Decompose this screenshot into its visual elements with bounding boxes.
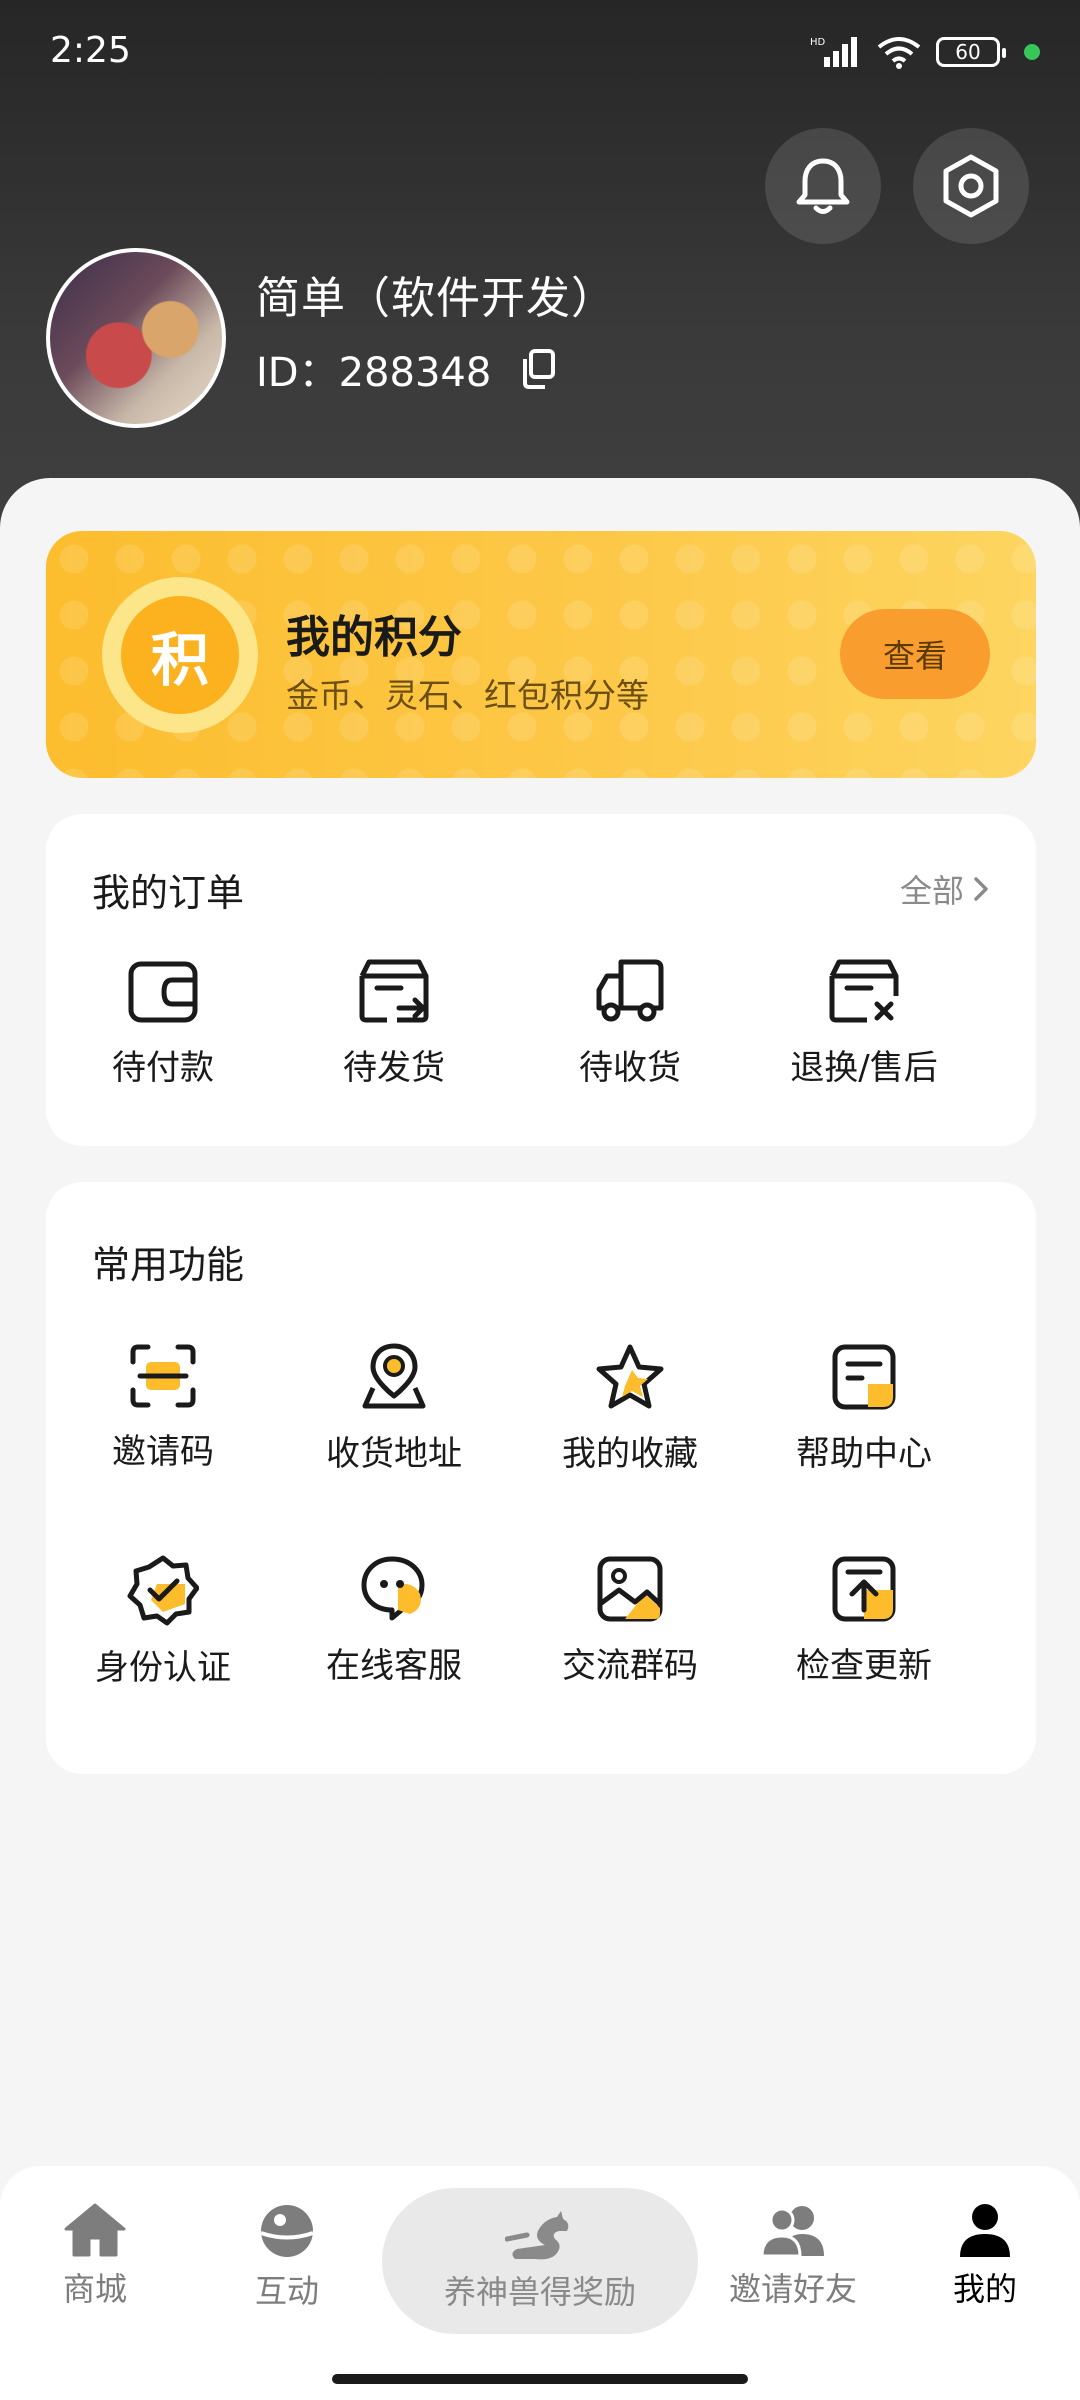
- home-icon: [64, 2203, 126, 2257]
- privacy-dot: [1024, 44, 1040, 60]
- tab-label: 商城: [62, 2270, 127, 2308]
- function-online-service[interactable]: 在线客服: [276, 1554, 512, 1687]
- order-item-pending-receipt[interactable]: 待收货: [512, 956, 748, 1089]
- see-all-orders-link[interactable]: 全部: [900, 866, 990, 912]
- tab-invite-friends[interactable]: 邀请好友: [718, 2202, 868, 2310]
- gear-icon: [943, 154, 999, 218]
- notification-button[interactable]: [765, 128, 881, 244]
- signal-hd-label: HD: [810, 37, 826, 48]
- orders-title: 我的订单: [92, 871, 245, 915]
- order-item-label: 待发货: [343, 1048, 445, 1088]
- tab-label: 养神兽得奖励: [443, 2273, 636, 2311]
- box-send-icon: [359, 959, 429, 1023]
- help-doc-icon: [832, 1344, 896, 1410]
- function-label: 帮助中心: [796, 1434, 932, 1474]
- wifi-icon: [877, 37, 921, 69]
- status-bar: 2:25 HD 60: [0, 0, 1080, 100]
- function-favorites[interactable]: 我的收藏: [512, 1342, 748, 1475]
- function-check-update[interactable]: 检查更新: [746, 1554, 982, 1687]
- friends-icon: [760, 2206, 824, 2258]
- function-label: 交流群码: [562, 1646, 698, 1686]
- tab-label: 我的: [952, 2270, 1017, 2308]
- points-card[interactable]: 积 我的积分 金币、灵石、红包积分等 查看: [46, 531, 1036, 778]
- view-points-button[interactable]: 查看: [840, 609, 990, 699]
- planet-icon: [260, 2205, 314, 2257]
- see-all-label: 全部: [899, 872, 964, 910]
- bell-icon: [796, 158, 850, 214]
- update-upload-icon: [832, 1556, 896, 1622]
- user-id-value: 288348: [338, 350, 492, 396]
- function-label: 检查更新: [796, 1646, 932, 1686]
- function-help-center[interactable]: 帮助中心: [746, 1342, 982, 1475]
- order-item-label: 退换/售后: [790, 1048, 938, 1088]
- home-indicator[interactable]: [332, 2374, 748, 2384]
- order-item-pending-payment[interactable]: 待付款: [45, 956, 281, 1089]
- battery-indicator: 60: [936, 37, 1006, 67]
- settings-button[interactable]: [913, 128, 1029, 244]
- wallet-icon: [128, 961, 198, 1023]
- tab-interaction[interactable]: 互动: [212, 2202, 362, 2312]
- function-label: 在线客服: [326, 1646, 462, 1686]
- points-badge: 积: [102, 577, 258, 733]
- bottom-tab-bar: 商城 互动 养神兽得奖励 邀请好友 我的: [0, 2166, 1080, 2400]
- copy-icon[interactable]: [521, 349, 557, 389]
- user-name: 简单（软件开发）: [256, 273, 616, 324]
- avatar[interactable]: [46, 248, 226, 428]
- user-id-row: ID：288348: [256, 340, 557, 398]
- points-badge-char: 积: [121, 596, 239, 714]
- orders-card: 我的订单 全部 待付款 待发货 待收货 退换/售后: [46, 814, 1036, 1146]
- order-item-pending-shipment[interactable]: 待发货: [276, 956, 512, 1089]
- battery-level: 60: [955, 40, 981, 64]
- tab-label: 邀请好友: [728, 2270, 857, 2308]
- status-icons: HD 60: [810, 32, 1040, 72]
- function-identity-verification[interactable]: 身份认证: [45, 1554, 281, 1689]
- chat-bubble-icon: [361, 1556, 425, 1621]
- functions-card: 常用功能 邀请码 收货地址 我的收藏 帮助中心 身份认证 在线客服 交流群码 检…: [46, 1182, 1036, 1774]
- function-group-code[interactable]: 交流群码: [512, 1554, 748, 1687]
- order-item-label: 待收货: [579, 1048, 681, 1088]
- order-item-returns[interactable]: 退换/售后: [746, 956, 982, 1089]
- dragon-icon: [505, 2211, 569, 2260]
- user-icon: [960, 2204, 1010, 2257]
- user-id-label: ID：: [256, 350, 339, 396]
- function-label: 收货地址: [326, 1434, 462, 1474]
- order-item-label: 待付款: [112, 1048, 214, 1088]
- tab-mine[interactable]: 我的: [910, 2202, 1060, 2310]
- verified-badge-icon: [127, 1555, 199, 1626]
- points-title: 我的积分: [286, 612, 462, 663]
- scan-code-icon: [130, 1344, 196, 1408]
- star-icon: [596, 1344, 664, 1409]
- truck-icon: [596, 959, 664, 1022]
- points-subtitle: 金币、灵石、红包积分等: [286, 676, 649, 715]
- function-label: 邀请码: [112, 1432, 214, 1472]
- function-label: 身份认证: [95, 1648, 231, 1688]
- status-time: 2:25: [50, 30, 131, 71]
- tab-raise-beast[interactable]: 养神兽得奖励: [382, 2188, 698, 2334]
- location-icon: [362, 1343, 426, 1409]
- image-icon: [597, 1556, 663, 1622]
- tab-label: 互动: [254, 2272, 319, 2310]
- tab-mall[interactable]: 商城: [20, 2202, 170, 2310]
- chevron-right-icon: [974, 877, 988, 901]
- box-return-icon: [829, 959, 899, 1023]
- function-label: 我的收藏: [562, 1434, 698, 1474]
- function-address[interactable]: 收货地址: [276, 1342, 512, 1475]
- signal-icon: HD: [810, 37, 857, 67]
- function-invite-code[interactable]: 邀请码: [45, 1342, 281, 1473]
- functions-title: 常用功能: [92, 1243, 245, 1287]
